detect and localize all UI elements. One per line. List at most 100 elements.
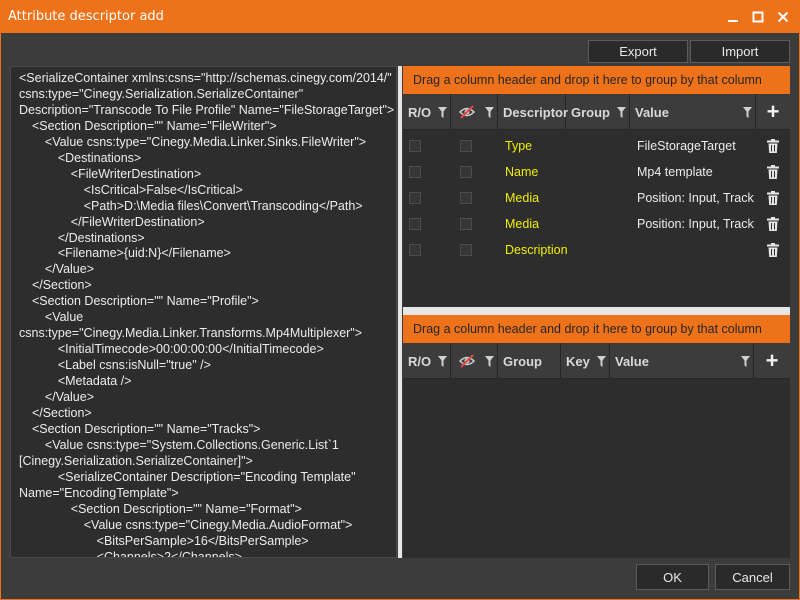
xml-line: <IsCritical>False</IsCritical> [49, 182, 243, 197]
column-header-hidden[interactable] [451, 343, 498, 379]
xml-line: </FileWriterDestination> [43, 214, 205, 229]
xml-line: Name="EncodingTemplate"> [19, 485, 179, 500]
readonly-checkbox[interactable] [409, 192, 421, 204]
xml-line: <SerializeContainer xmlns:csns="http://s… [19, 71, 392, 85]
table-row[interactable]: Media Position: Input, Track: 0 [403, 185, 790, 211]
column-label: Value [615, 353, 649, 369]
value-cell[interactable]: Mp4 template [637, 165, 755, 179]
trash-icon[interactable] [767, 243, 779, 257]
column-label: Group [503, 353, 542, 369]
xml-line: <Section Description="" Name="FileWriter… [25, 118, 277, 133]
xml-lines: <SerializeContainer xmlns:csns="http://s… [11, 67, 396, 558]
export-button[interactable]: Export [588, 40, 688, 63]
table-row[interactable]: Type FileStorageTarget [403, 133, 790, 159]
column-header-descriptor[interactable]: Descriptor [498, 94, 569, 130]
add-descriptor-button[interactable]: + [756, 94, 790, 130]
column-label: Key [566, 353, 590, 369]
trash-icon[interactable] [767, 217, 779, 231]
xml-line: [Cinegy.Serialization.SerializeContainer… [19, 453, 253, 468]
xml-line: <BitsPerSample>16</BitsPerSample> [55, 533, 309, 548]
column-header-group[interactable]: Group [498, 343, 561, 379]
column-header-hidden[interactable] [451, 94, 498, 130]
trash-icon[interactable] [767, 191, 779, 205]
vertical-splitter[interactable] [398, 66, 402, 558]
eye-slash-icon [458, 354, 476, 368]
descriptor-cell: Media [505, 191, 540, 205]
close-icon [777, 11, 789, 22]
hidden-checkbox[interactable] [460, 244, 472, 256]
filter-icon[interactable] [438, 107, 447, 118]
filter-icon[interactable] [743, 107, 752, 118]
xml-editor[interactable]: <SerializeContainer xmlns:csns="http://s… [10, 66, 397, 558]
readonly-checkbox[interactable] [409, 244, 421, 256]
xml-line: </Value> [31, 262, 95, 277]
minimize-button[interactable] [722, 6, 744, 28]
filter-icon[interactable] [485, 107, 494, 118]
group-panel[interactable]: Drag a column header and drop it here to… [403, 315, 790, 343]
close-button[interactable] [772, 6, 794, 28]
column-header-key[interactable]: Key [561, 343, 610, 379]
maximize-button[interactable] [747, 6, 769, 28]
column-header-ro[interactable]: R/O [403, 343, 451, 379]
hidden-checkbox[interactable] [460, 140, 472, 152]
filter-icon[interactable] [438, 356, 447, 367]
add-key-button[interactable]: + [754, 343, 790, 379]
hidden-checkbox[interactable] [460, 166, 472, 178]
xml-line: <InitialTimecode>00:00:00:00</InitialTim… [37, 342, 324, 357]
table-row[interactable]: Name Mp4 template [403, 159, 790, 185]
title-bar: Attribute descriptor add [0, 0, 800, 33]
maximize-icon [752, 11, 764, 22]
filter-icon[interactable] [741, 356, 750, 367]
horizontal-splitter[interactable] [403, 307, 790, 315]
readonly-checkbox[interactable] [409, 166, 421, 178]
xml-line: <Path>D:\Media files\Convert\Transcoding… [49, 198, 363, 213]
column-header-ro[interactable]: R/O [403, 94, 451, 130]
readonly-checkbox[interactable] [409, 140, 421, 152]
filter-icon[interactable] [617, 107, 626, 118]
grid-header: R/O Group Key Value + [403, 343, 790, 379]
keys-grid: Drag a column header and drop it here to… [403, 315, 790, 558]
ok-button[interactable]: OK [636, 564, 709, 590]
xml-line: csns:type="Cinegy.Serialization.Serializ… [19, 86, 304, 101]
column-label: R/O [408, 353, 432, 369]
table-row[interactable]: Media Position: Input, Track: 0 [403, 211, 790, 237]
column-label: Descriptor [503, 104, 569, 120]
column-header-value[interactable]: Value [610, 343, 754, 379]
xml-line: <Section Description="" Name="Tracks"> [25, 421, 261, 436]
xml-line: <FileWriterDestination> [43, 166, 202, 181]
xml-line: <Value csns:type="System.Collections.Gen… [31, 437, 339, 452]
value-cell[interactable]: Position: Input, Track: 0 [637, 191, 755, 205]
xml-line: csns:type="Cinegy.Media.Linker.Transform… [19, 326, 363, 341]
grid-body: Type FileStorageTarget Name Mp4 template Med… [403, 130, 790, 263]
column-header-group[interactable]: Group [566, 94, 630, 130]
trash-icon[interactable] [767, 165, 779, 179]
xml-line: <Channels>2</Channels> [55, 549, 242, 558]
trash-icon[interactable] [767, 139, 779, 153]
column-header-value[interactable]: Value [630, 94, 756, 130]
xml-line: <Value csns:type="Cinegy.Media.Linker.Si… [31, 134, 367, 149]
xml-line: <Value [31, 310, 84, 325]
import-button[interactable]: Import [690, 40, 790, 63]
xml-line: <SerializeContainer Description="Encodin… [37, 469, 356, 484]
table-row[interactable]: Description [403, 237, 790, 263]
readonly-checkbox[interactable] [409, 218, 421, 230]
descriptor-cell: Name [505, 165, 539, 179]
group-panel[interactable]: Drag a column header and drop it here to… [403, 66, 790, 94]
descriptor-cell: Type [505, 139, 533, 153]
plus-icon: + [766, 99, 780, 124]
grid-header: R/O Descriptor Group Value + [403, 94, 790, 130]
xml-line: <Destinations> [37, 150, 142, 165]
descriptors-grid: Drag a column header and drop it here to… [403, 66, 790, 307]
filter-icon[interactable] [485, 356, 494, 367]
hidden-checkbox[interactable] [460, 192, 472, 204]
xml-line: <Filename>{uid:N}</Filename> [37, 246, 231, 261]
xml-line: <Metadata /> [37, 374, 132, 389]
column-label: R/O [408, 104, 432, 120]
hidden-checkbox[interactable] [460, 218, 472, 230]
xml-line: </Destinations> [37, 230, 145, 245]
xml-line: Description="Transcode To File Profile" … [19, 102, 395, 117]
value-cell[interactable]: Position: Input, Track: 0 [637, 217, 755, 231]
cancel-button[interactable]: Cancel [715, 564, 790, 590]
filter-icon[interactable] [597, 356, 606, 367]
value-cell[interactable]: FileStorageTarget [637, 139, 755, 153]
